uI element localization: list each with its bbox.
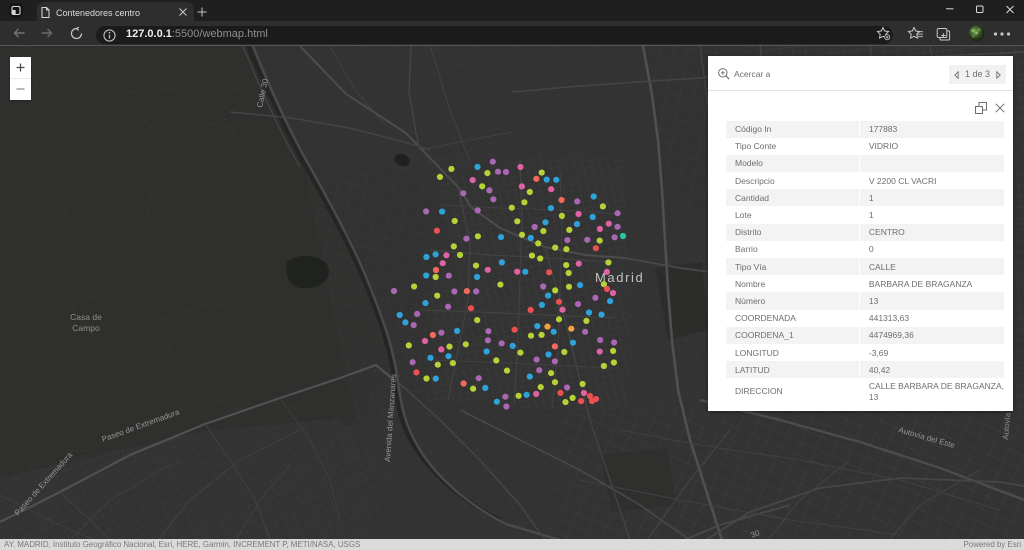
svg-text:Casa de: Casa de — [70, 312, 102, 322]
svg-text:Campo: Campo — [72, 323, 100, 333]
